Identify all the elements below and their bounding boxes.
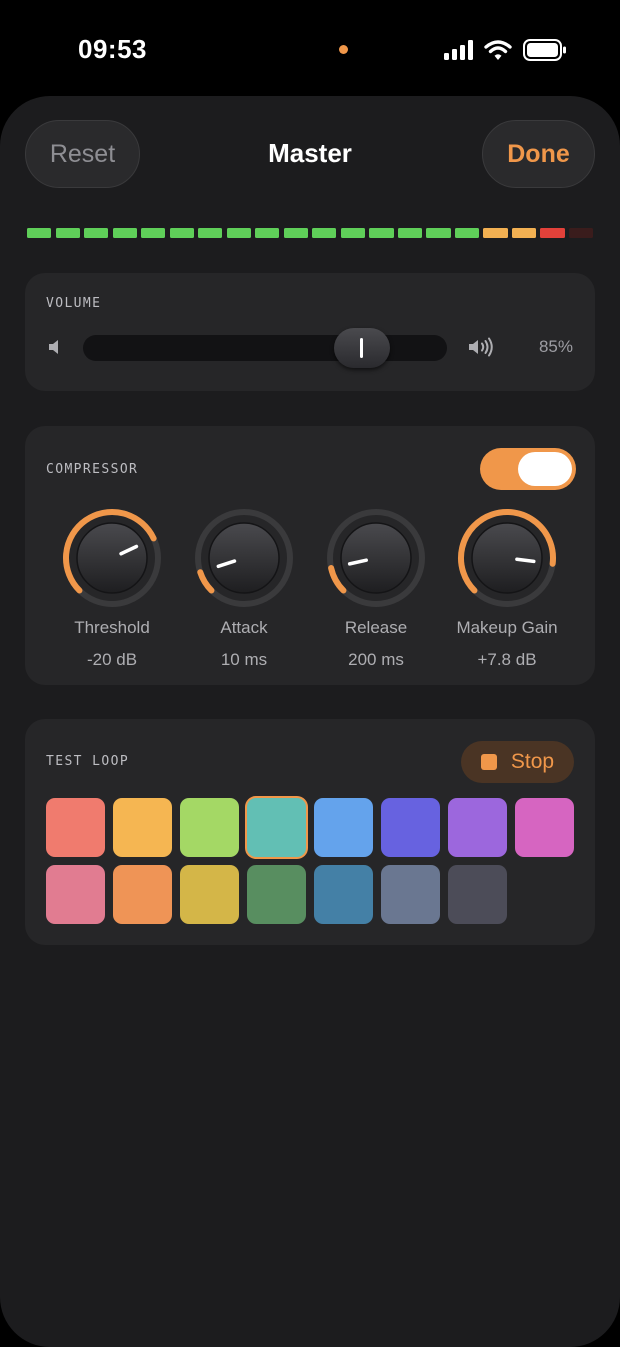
meter-segment	[340, 228, 365, 238]
compressor-toggle[interactable]	[480, 448, 576, 490]
speaker-high-icon[interactable]	[468, 336, 496, 358]
test-loop-card: TEST LOOP Stop	[25, 719, 595, 945]
color-pad[interactable]	[180, 865, 239, 924]
meter-segment	[312, 228, 337, 238]
meter-segment	[283, 228, 308, 238]
color-pad[interactable]	[314, 798, 373, 857]
color-pad[interactable]	[314, 865, 373, 924]
color-pad[interactable]	[381, 798, 440, 857]
color-pad[interactable]	[515, 798, 574, 857]
battery-icon	[523, 39, 566, 61]
wifi-icon	[484, 40, 512, 60]
meter-segment	[568, 228, 594, 238]
color-pad[interactable]	[46, 798, 105, 857]
mixer-sheet: Reset Master Done VOLUME 85% COMPRESSOR …	[0, 96, 620, 1347]
color-pad[interactable]	[381, 865, 440, 924]
makeup-gain-knob[interactable]	[455, 506, 559, 610]
status-time: 09:53	[78, 34, 147, 64]
meter-segment	[426, 228, 451, 238]
color-pad[interactable]	[448, 798, 507, 857]
knob-label: Attack	[220, 618, 268, 637]
stop-icon	[480, 754, 497, 770]
color-pad[interactable]	[113, 798, 172, 857]
knob-value: 10 ms	[220, 650, 268, 669]
knob-label: Release	[344, 618, 408, 637]
done-button[interactable]: Done	[482, 120, 595, 188]
stop-label: Stop	[510, 750, 555, 773]
meter-segment	[84, 228, 109, 238]
volume-value: 85%	[538, 337, 573, 356]
meter-segment	[169, 228, 194, 238]
meter-segment	[483, 228, 508, 238]
knob-body	[471, 522, 543, 594]
meter-segment	[454, 228, 480, 238]
speaker-low-icon[interactable]	[47, 338, 65, 356]
knob-indicator	[515, 557, 536, 564]
color-pad[interactable]	[247, 865, 306, 924]
meter-segment	[226, 228, 251, 238]
meter-segment	[397, 228, 423, 238]
knob-body	[340, 522, 412, 594]
meter-segment	[255, 228, 280, 238]
knob-value: 200 ms	[348, 650, 404, 669]
color-pad[interactable]	[113, 865, 172, 924]
knob-label: Threshold	[74, 618, 150, 637]
color-pad[interactable]	[180, 798, 239, 857]
toggle-knob	[518, 452, 572, 486]
color-pad[interactable]	[448, 865, 507, 924]
meter-segment	[511, 228, 537, 238]
makeup-gain-knob-group: Makeup Gain +7.8 dB	[437, 506, 577, 670]
privacy-dot-icon	[339, 45, 348, 54]
meter-segment	[27, 228, 52, 238]
knob-label: Makeup Gain	[456, 618, 558, 637]
cellular-signal-icon	[444, 40, 473, 60]
meter-segment	[55, 228, 80, 238]
stop-button[interactable]: Stop	[461, 741, 574, 783]
meter-segment	[112, 228, 137, 238]
knob-body	[208, 522, 280, 594]
threshold-knob-group: Threshold -20 dB	[42, 506, 182, 670]
meter-segment	[198, 228, 223, 238]
release-knob-group: Release 200 ms	[306, 506, 446, 670]
threshold-knob[interactable]	[60, 506, 164, 610]
level-meter	[27, 228, 594, 238]
volume-card: VOLUME 85%	[25, 273, 595, 391]
pad-grid	[46, 798, 574, 924]
knob-value-arc	[328, 565, 347, 594]
test-loop-label: TEST LOOP	[46, 754, 130, 769]
attack-knob[interactable]	[192, 506, 296, 610]
status-bar: 09:53	[0, 0, 620, 96]
meter-segment	[369, 228, 394, 238]
meter-segment	[141, 228, 166, 238]
volume-label: VOLUME	[46, 296, 102, 311]
attack-knob-group: Attack 10 ms	[174, 506, 314, 670]
knob-value: +7.8 dB	[477, 650, 537, 669]
knob-value-arc	[197, 569, 215, 594]
release-knob[interactable]	[324, 506, 428, 610]
meter-segment	[540, 228, 565, 238]
compressor-label: COMPRESSOR	[46, 462, 139, 477]
knob-body	[76, 522, 148, 594]
color-pad[interactable]	[247, 798, 306, 857]
compressor-card: COMPRESSOR Threshold -20 dB Attack 10 ms…	[25, 426, 595, 685]
volume-slider-thumb[interactable]	[334, 328, 390, 368]
volume-slider[interactable]	[83, 328, 447, 368]
knob-value: -20 dB	[86, 650, 138, 669]
color-pad[interactable]	[46, 865, 105, 924]
